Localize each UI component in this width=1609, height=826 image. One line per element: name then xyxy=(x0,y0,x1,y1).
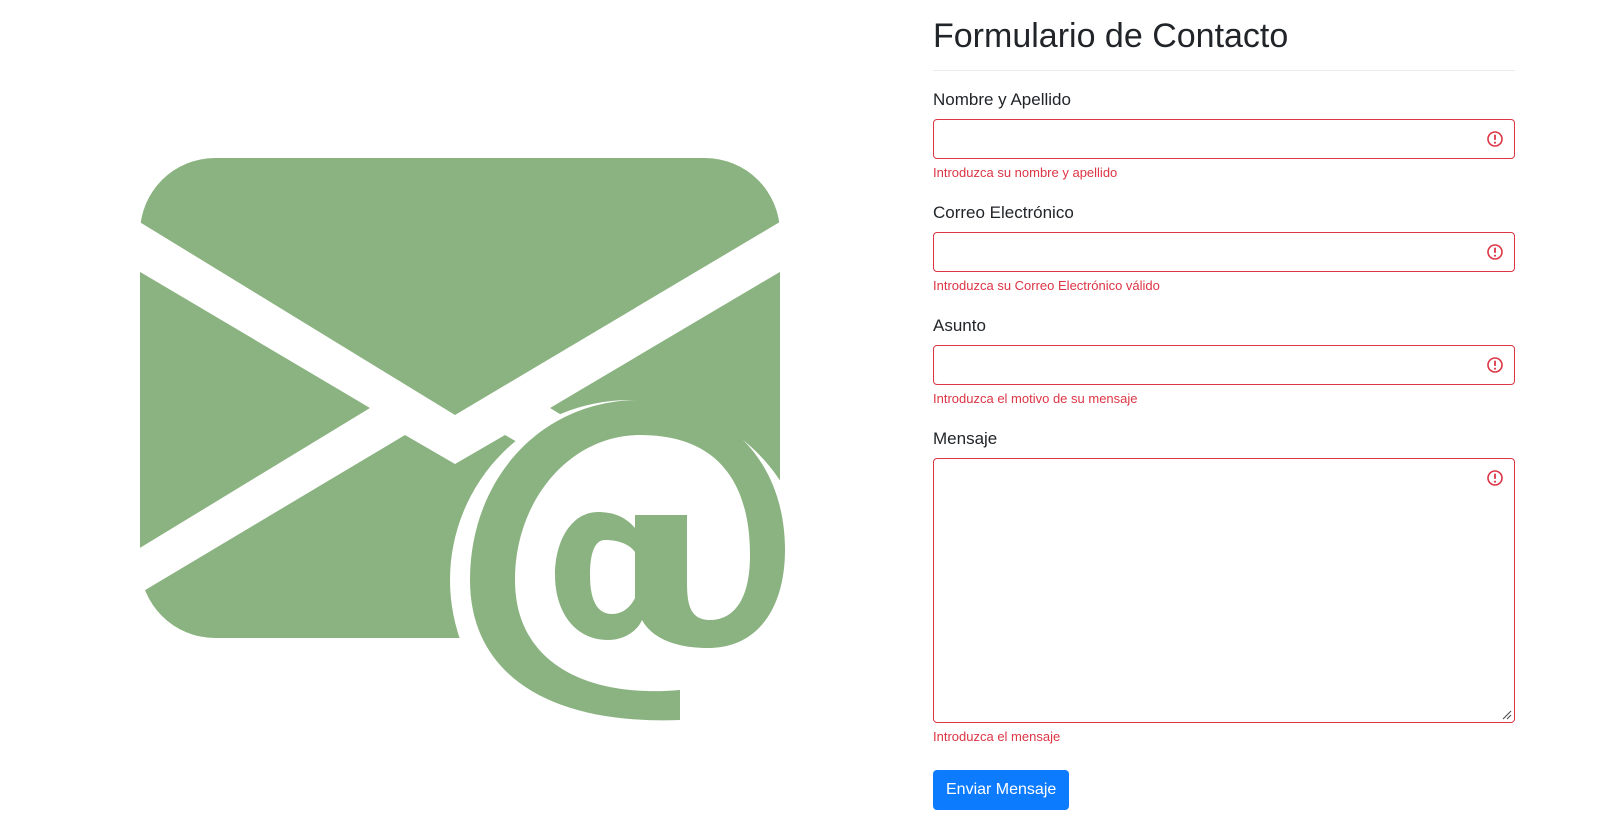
email-field-wrapper xyxy=(933,231,1515,272)
contact-page: Formulario de Contacto Nombre y Apellido… xyxy=(0,0,1609,826)
subject-group: Asunto Introduzca el motivo de su mensaj… xyxy=(933,317,1515,405)
email-error: Introduzca su Correo Electrónico válido xyxy=(933,277,1160,293)
exclamation-circle-icon xyxy=(1487,356,1503,373)
subject-error: Introduzca el motivo de su mensaje xyxy=(933,390,1138,406)
envelope-at-icon xyxy=(140,158,800,750)
name-label: Nombre y Apellido xyxy=(933,89,1071,109)
email-label: Correo Electrónico xyxy=(933,202,1074,222)
exclamation-circle-icon xyxy=(1487,469,1503,486)
exclamation-circle-icon xyxy=(1487,130,1503,147)
subject-field-wrapper xyxy=(933,344,1515,385)
message-label: Mensaje xyxy=(933,428,998,448)
contact-form: Formulario de Contacto Nombre y Apellido… xyxy=(933,0,1515,810)
resize-grip-icon[interactable] xyxy=(1501,709,1512,720)
message-field[interactable] xyxy=(934,458,1514,722)
email-field[interactable] xyxy=(934,232,1514,271)
message-group: Mensaje Introduzca el mensaje xyxy=(933,430,1515,743)
page-title: Formulario de Contacto xyxy=(933,0,1515,71)
subject-field[interactable] xyxy=(934,345,1514,384)
message-error: Introduzca el mensaje xyxy=(933,728,1061,744)
send-message-button[interactable]: Enviar Mensaje xyxy=(933,770,1070,810)
exclamation-circle-icon xyxy=(1487,243,1503,260)
name-field[interactable] xyxy=(934,119,1514,158)
name-field-wrapper xyxy=(933,118,1515,159)
name-error: Introduzca su nombre y apellido xyxy=(933,164,1118,180)
name-group: Nombre y Apellido Introduzca su nombre y… xyxy=(933,91,1515,179)
subject-label: Asunto xyxy=(933,315,986,335)
message-field-wrapper xyxy=(933,457,1515,723)
email-group: Correo Electrónico Introduzca su Correo … xyxy=(933,204,1515,292)
